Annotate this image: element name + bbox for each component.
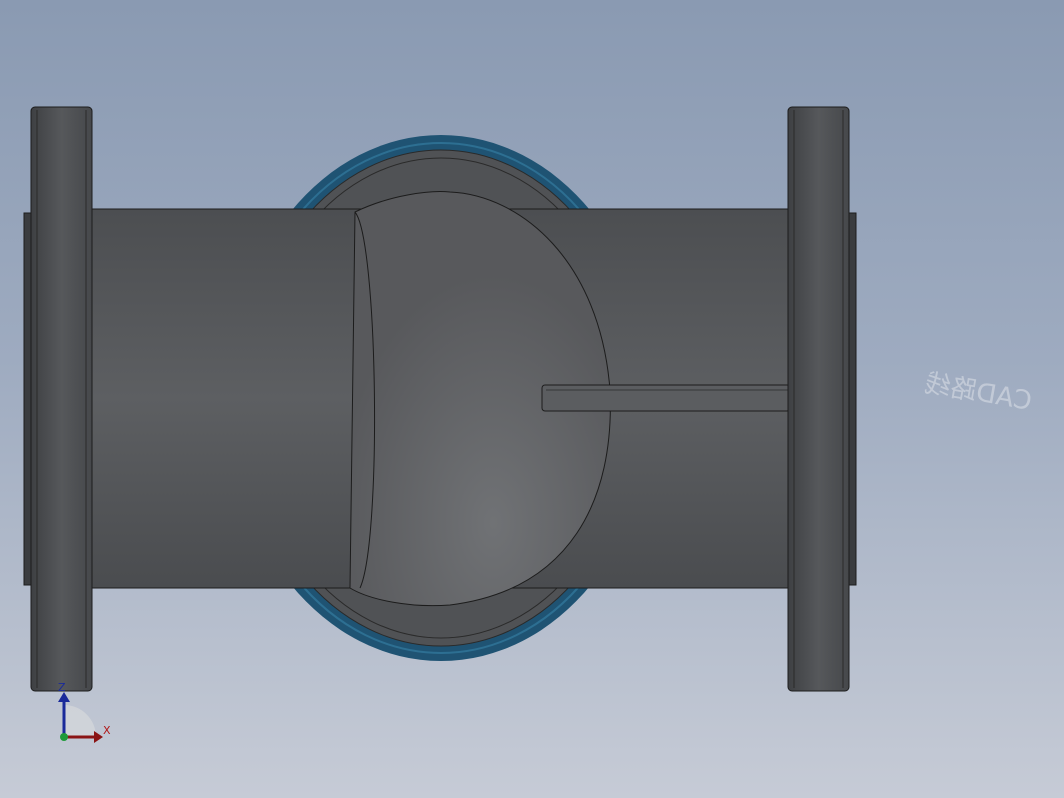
origin-point-icon — [60, 733, 68, 741]
valve-stem — [541, 384, 791, 412]
left-flange — [23, 106, 93, 692]
x-axis-label: X — [103, 724, 111, 737]
graphics-viewport[interactable]: CAD路线 Z X — [0, 0, 1064, 798]
right-flange — [787, 106, 857, 692]
watermark: CAD路线 — [922, 369, 1034, 417]
valve-model-3d-view[interactable]: CAD路线 Z X — [0, 0, 1064, 798]
triad-plane-icon — [64, 705, 96, 737]
z-axis-label: Z — [58, 681, 66, 694]
x-arrow-head-icon — [94, 731, 103, 743]
watermark-text: CAD路线 — [922, 369, 1034, 417]
